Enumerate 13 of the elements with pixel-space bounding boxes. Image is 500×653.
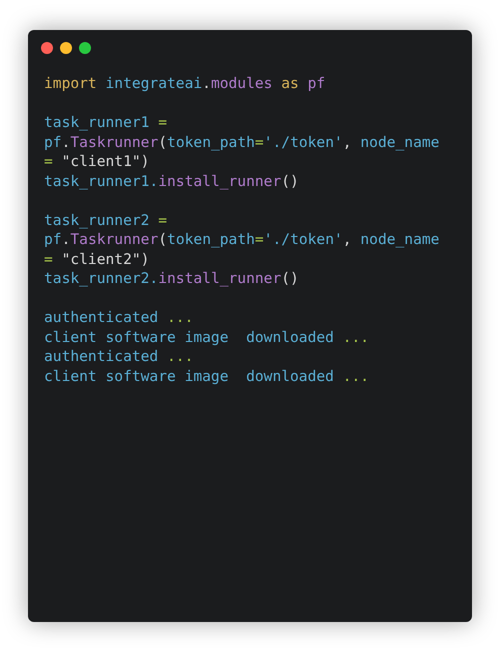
code-line: pf.Taskrunner(token_path='./token', node_name [44,230,440,250]
code-line: task_runner2 = [44,210,168,230]
code-line: import integrateai.modules as pf [44,74,326,94]
code-line: task_runner1 = [44,113,168,132]
code-line: = "client1") [44,152,150,172]
code-line: authenticated ... [44,347,194,366]
code-line: authenticated ... [44,308,194,328]
code-line: client software image downloaded ... [44,328,370,347]
code-line: task_runner1.install_runner() [44,172,299,191]
code-line: = "client2") [44,250,150,269]
code-line: pf.Taskrunner(token_path='./token', node_name [44,132,440,152]
code-line: task_runner2.install_runner() [44,269,299,288]
code-line: client software image downloaded ... [44,366,370,386]
